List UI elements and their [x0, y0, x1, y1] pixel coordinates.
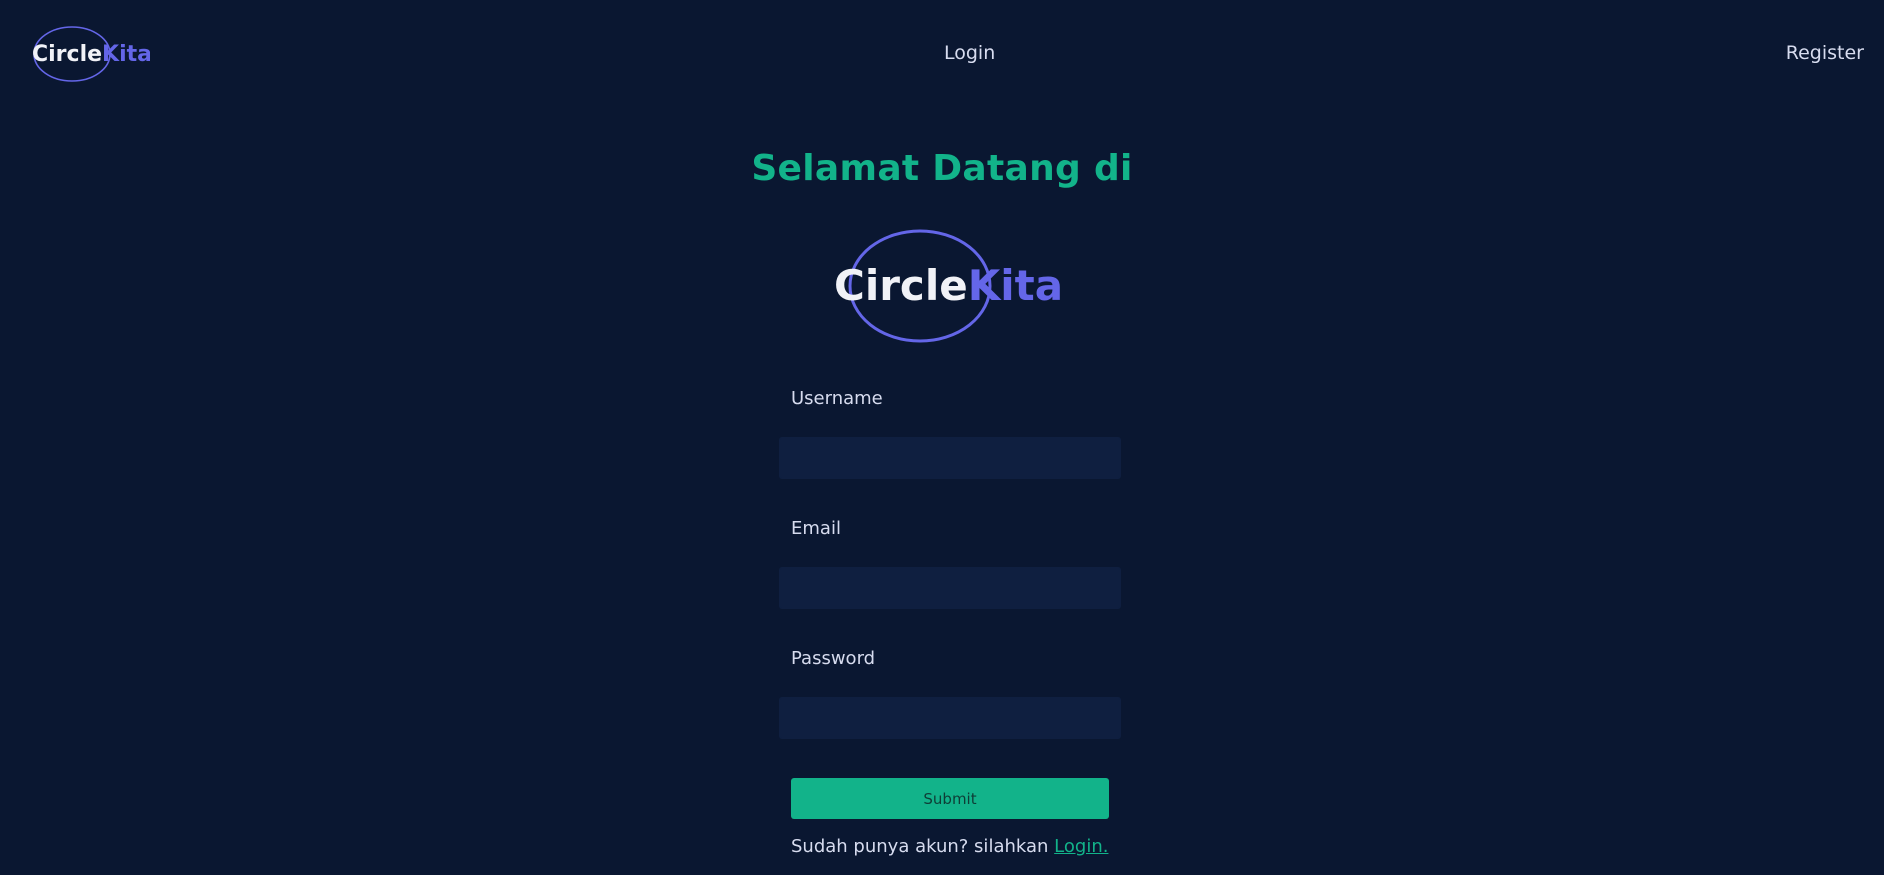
- welcome-title: Selamat Datang di: [751, 148, 1133, 189]
- password-label: Password: [791, 648, 876, 669]
- email-label: Email: [791, 518, 841, 539]
- username-input[interactable]: [779, 437, 1121, 479]
- nav-login-link[interactable]: Login: [944, 42, 995, 64]
- header: CircleKita Login Register: [0, 0, 1884, 108]
- nav-register-link[interactable]: Register: [1786, 42, 1864, 64]
- login-prompt-text: Sudah punya akun? silahkan: [791, 836, 1049, 857]
- login-prompt: Sudah punya akun? silahkan Login.: [791, 836, 1108, 857]
- header-logo[interactable]: CircleKita: [30, 24, 150, 84]
- login-link[interactable]: Login.: [1054, 836, 1108, 857]
- submit-button[interactable]: Submit: [791, 778, 1109, 819]
- logo-wordmark: CircleKita: [32, 42, 150, 67]
- page: CircleKita Login Register Selamat Datang…: [0, 0, 1884, 875]
- username-label: Username: [791, 388, 883, 409]
- logo-wordmark: CircleKita: [834, 261, 1063, 310]
- email-input[interactable]: [779, 567, 1121, 609]
- main-logo: CircleKita: [834, 229, 1063, 343]
- password-input[interactable]: [779, 697, 1121, 739]
